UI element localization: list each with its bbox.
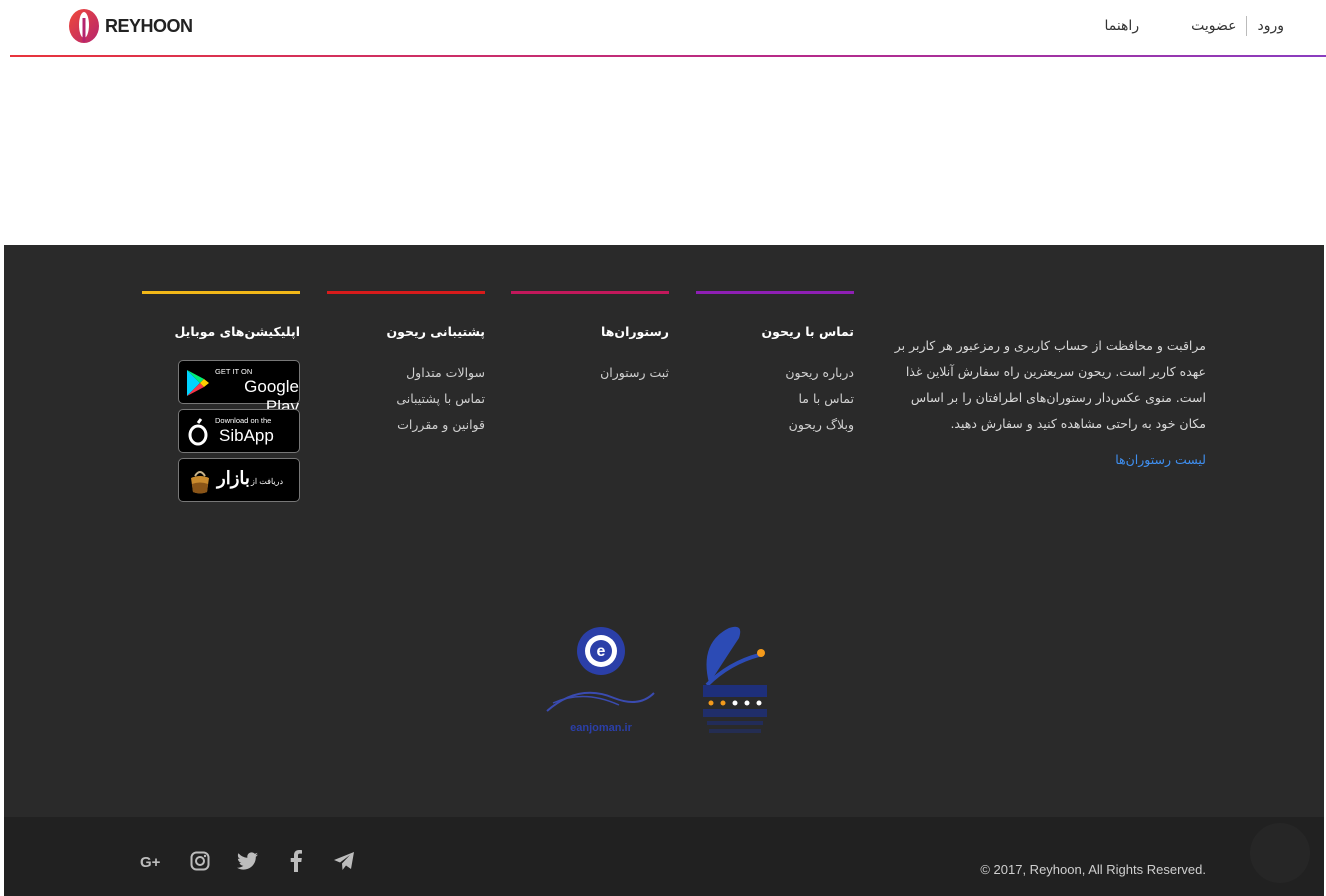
footer-bottom-bar: G+ © 2017, Reyhoon, All Rights Reserved. bbox=[4, 817, 1324, 896]
faq-link[interactable]: سوالات متداول bbox=[327, 360, 485, 386]
store-big-text: SibApp bbox=[219, 426, 274, 445]
bazaar-button[interactable]: دریافت از بازار bbox=[178, 458, 300, 502]
footer-col-restaurants: رستوران‌ها ثبت رستوران bbox=[511, 291, 669, 386]
eanjoman-caption: eanjoman.ir bbox=[570, 722, 632, 734]
col-color-bar bbox=[327, 291, 485, 294]
google-play-icon bbox=[187, 370, 209, 396]
login-link[interactable]: ورود bbox=[1257, 18, 1284, 34]
col-color-bar bbox=[142, 291, 300, 294]
help-link[interactable]: راهنما bbox=[1104, 18, 1139, 34]
blog-link[interactable]: وبلاگ ریحون bbox=[696, 412, 854, 438]
svg-text:G+: G+ bbox=[140, 854, 161, 869]
register-restaurant-link[interactable]: ثبت رستوران bbox=[511, 360, 669, 386]
col-color-bar bbox=[696, 291, 854, 294]
bazaar-bag-icon bbox=[191, 471, 209, 494]
header-nav: ورود عضویت راهنما bbox=[1104, 14, 1284, 38]
trust-badges: e eanjoman.ir bbox=[539, 623, 779, 753]
terms-link[interactable]: قوانین و مقررات bbox=[327, 412, 485, 438]
footer-col-contact: تماس با ریحون درباره ریحون تماس با ما وب… bbox=[696, 291, 854, 438]
col-color-bar bbox=[511, 291, 669, 294]
footer-about: مراقبت و محافظت از حساب کاربری و رمزعبور… bbox=[888, 333, 1206, 473]
site-logo[interactable]: REYHOON bbox=[67, 8, 193, 44]
contact-us-link[interactable]: تماس با ما bbox=[696, 386, 854, 412]
footer-col-apps: اپلیکیشن‌های موبایل GET IT ON Google Pla… bbox=[142, 291, 300, 502]
enamad-badge-icon[interactable] bbox=[689, 623, 779, 753]
site-header: REYHOON ورود عضویت راهنما bbox=[0, 0, 1326, 57]
col-title: اپلیکیشن‌های موبایل bbox=[174, 324, 300, 339]
google-plus-icon[interactable]: G+ bbox=[140, 849, 164, 873]
eanjoman-badge[interactable]: e eanjoman.ir bbox=[539, 623, 659, 753]
sibapp-icon bbox=[188, 418, 208, 446]
nav-separator bbox=[1246, 16, 1248, 36]
site-footer: مراقبت و محافظت از حساب کاربری و رمزعبور… bbox=[4, 245, 1324, 817]
google-play-button[interactable]: GET IT ON Google Play bbox=[178, 360, 300, 416]
reyhoon-logo-icon bbox=[69, 9, 99, 43]
col-title: پشتیبانی ریحون bbox=[386, 324, 485, 339]
instagram-icon[interactable] bbox=[188, 849, 212, 873]
restaurant-list-link[interactable]: لیست رستوران‌ها bbox=[888, 447, 1206, 473]
copyright-text: © 2017, Reyhoon, All Rights Reserved. bbox=[980, 862, 1206, 877]
store-small-text: دریافت از bbox=[251, 477, 284, 486]
social-links: G+ bbox=[140, 849, 356, 873]
scroll-top-button[interactable] bbox=[1250, 823, 1310, 883]
sibapp-button[interactable]: Download on the SibApp bbox=[178, 409, 300, 453]
store-small-text: Download on the bbox=[215, 416, 272, 425]
logo-text: REYHOON bbox=[105, 15, 193, 36]
facebook-icon[interactable] bbox=[284, 849, 308, 873]
twitter-icon[interactable] bbox=[236, 849, 260, 873]
store-small-text: GET IT ON bbox=[215, 367, 253, 376]
footer-col-support: پشتیبانی ریحون سوالات متداول تماس با پشت… bbox=[327, 291, 485, 438]
svg-text:e: e bbox=[597, 643, 606, 660]
support-contact-link[interactable]: تماس با پشتیبانی bbox=[327, 386, 485, 412]
signup-link[interactable]: عضویت bbox=[1191, 18, 1236, 34]
telegram-icon[interactable] bbox=[332, 849, 356, 873]
about-reyhoon-link[interactable]: درباره ریحون bbox=[696, 360, 854, 386]
about-text: مراقبت و محافظت از حساب کاربری و رمزعبور… bbox=[894, 338, 1206, 431]
store-big-text: بازار bbox=[217, 468, 250, 488]
col-title: رستوران‌ها bbox=[601, 324, 669, 339]
col-title: تماس با ریحون bbox=[761, 324, 854, 339]
header-gradient-line bbox=[10, 55, 1326, 57]
